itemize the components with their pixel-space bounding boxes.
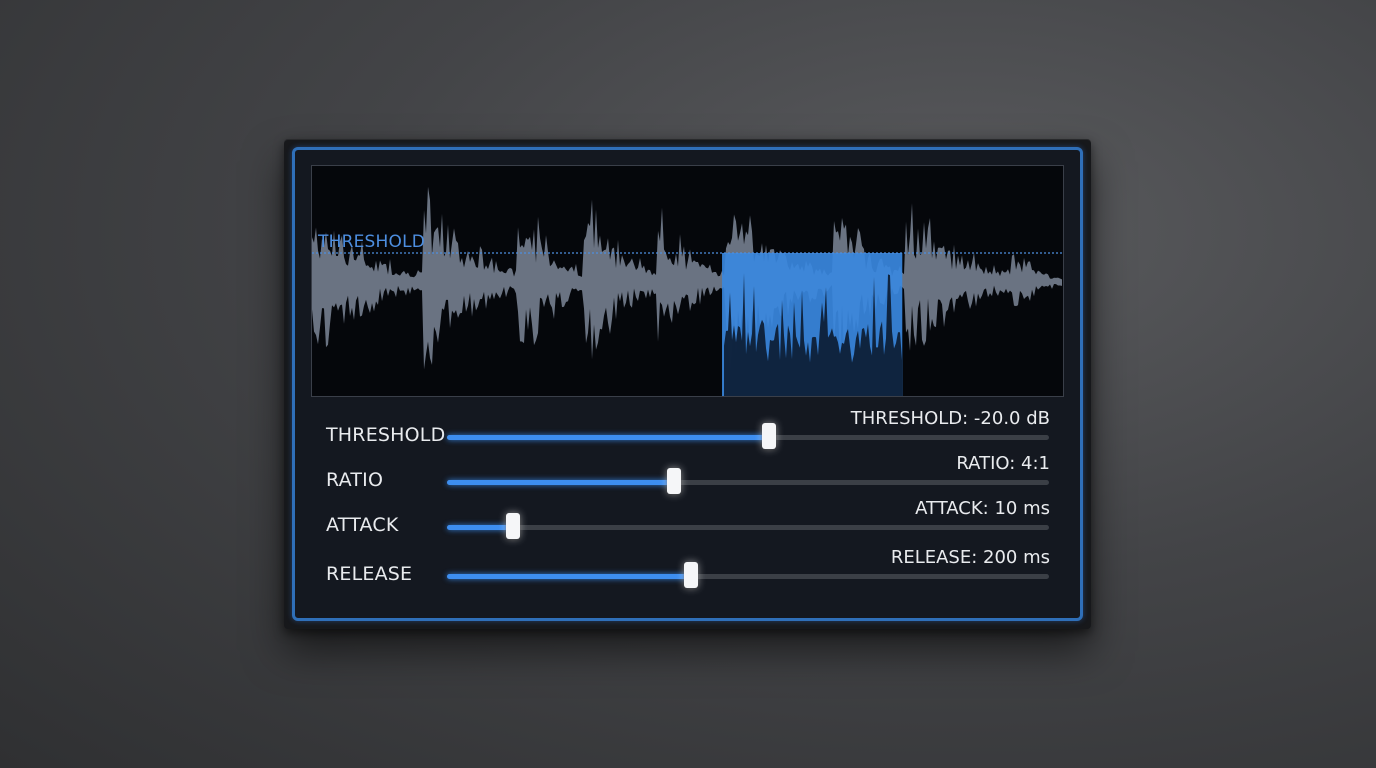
ratio-readout: RATIO: 4:1 [956, 453, 1050, 474]
threshold-slider[interactable] [447, 423, 1049, 449]
waveform-graph [312, 186, 1063, 396]
compressor-device: THRESHOLD THRESHOLD THRESHOLD: -20.0 dB … [284, 139, 1091, 629]
controls-section: THRESHOLD THRESHOLD: -20.0 dB RATIO RATI… [295, 405, 1080, 605]
attack-slider[interactable] [447, 513, 1049, 539]
attack-slider-fill [447, 525, 514, 530]
threshold-line-label: THRESHOLD [318, 232, 426, 252]
threshold-label: THRESHOLD [326, 424, 446, 446]
release-slider-thumb[interactable] [683, 562, 698, 588]
attack-label: ATTACK [326, 514, 399, 536]
ratio-label: RATIO [326, 469, 384, 491]
attack-readout: ATTACK: 10 ms [915, 498, 1050, 519]
threshold-slider-thumb[interactable] [762, 423, 777, 449]
waveform-shape [312, 186, 1062, 373]
threshold-readout: THRESHOLD: -20.0 dB [850, 408, 1050, 429]
attack-control: ATTACK ATTACK: 10 ms [295, 498, 1080, 545]
release-label: RELEASE [326, 563, 413, 585]
ratio-control: RATIO RATIO: 4:1 [295, 453, 1080, 500]
release-slider[interactable] [447, 562, 1049, 588]
release-slider-fill [447, 574, 691, 579]
attack-slider-thumb[interactable] [506, 513, 521, 539]
compressor-panel: THRESHOLD THRESHOLD THRESHOLD: -20.0 dB … [292, 147, 1083, 621]
threshold-control: THRESHOLD THRESHOLD: -20.0 dB [295, 408, 1080, 455]
release-readout: RELEASE: 200 ms [890, 547, 1050, 568]
threshold-slider-fill [447, 435, 770, 440]
release-control: RELEASE RELEASE: 200 ms [295, 547, 1080, 594]
waveform [312, 186, 1062, 373]
waveform-display: THRESHOLD [311, 165, 1064, 397]
ratio-slider-thumb[interactable] [666, 468, 681, 494]
ratio-slider[interactable] [447, 468, 1049, 494]
ratio-slider-fill [447, 480, 674, 485]
